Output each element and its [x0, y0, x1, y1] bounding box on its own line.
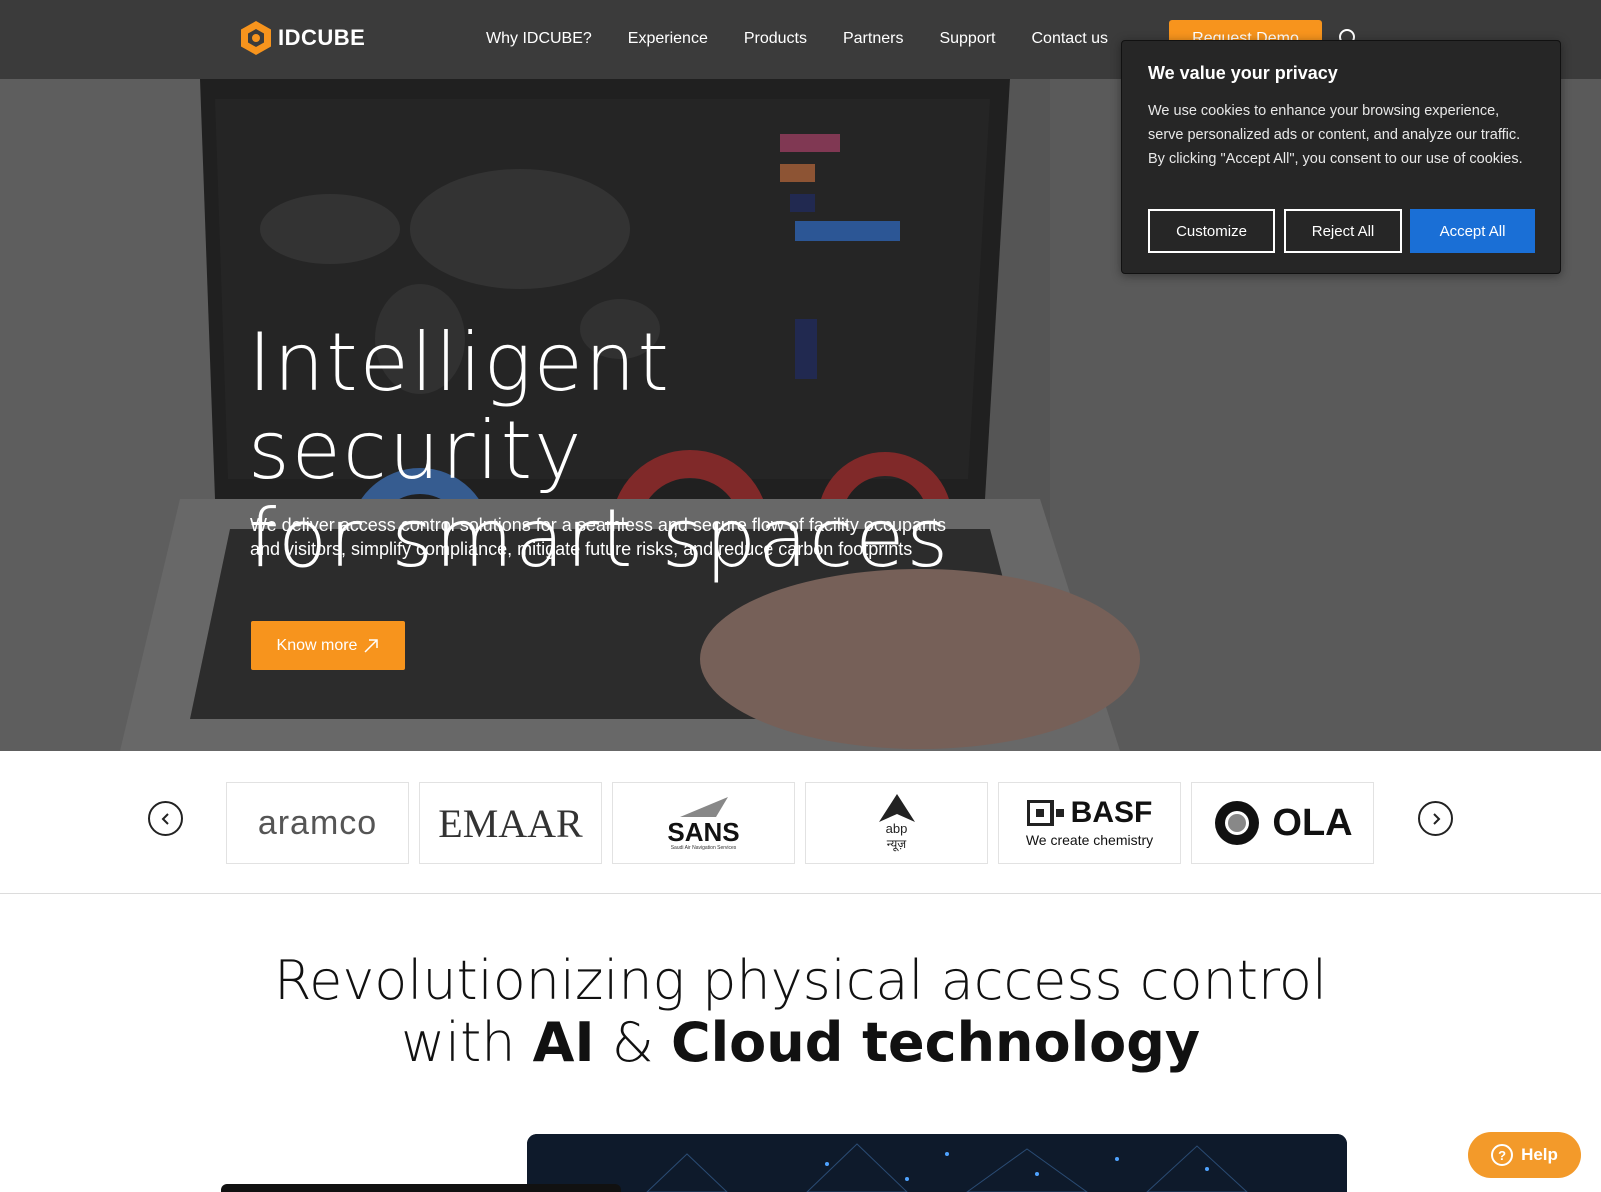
nav-item-support[interactable]: Support	[921, 26, 1013, 52]
tech-visual-image	[527, 1134, 1347, 1192]
brand-name: IDCUBE	[278, 25, 366, 50]
accept-all-button[interactable]: Accept All	[1410, 209, 1535, 253]
carousel-next-button[interactable]	[1418, 801, 1453, 836]
ola-logo-text: OLA	[1272, 801, 1353, 844]
customize-button[interactable]: Customize	[1148, 209, 1275, 253]
abp-triangle-icon	[878, 794, 915, 822]
hero-subtitle: We deliver access control solutions for …	[250, 515, 946, 559]
sans-logo-subtext: Saudi Air Navigation Services	[670, 845, 737, 851]
know-more-label: Know more	[276, 636, 358, 654]
network-graphic	[527, 1134, 1347, 1192]
client-logo-emaar: EMAAR	[419, 782, 602, 864]
section-heading-line2: with AI & Cloud technology	[0, 1012, 1601, 1074]
basf-logo-subtext: We create chemistry	[1025, 832, 1154, 848]
cookie-title: We value your privacy	[1148, 63, 1338, 83]
client-logo-ola: OLA	[1191, 782, 1374, 864]
cube-logo-icon	[241, 21, 271, 55]
section-heading-line1: Revolutionizing physical access control	[274, 949, 1327, 1012]
aramco-logo-text: aramco	[257, 803, 378, 842]
reject-all-button[interactable]: Reject All	[1284, 209, 1402, 253]
nav-item-why-idcube[interactable]: Why IDCUBE?	[468, 26, 610, 52]
heading-ampersand: &	[594, 1011, 672, 1074]
emaar-logo-text: EMAAR	[438, 800, 583, 846]
client-logo-basf: BASF We create chemistry	[998, 782, 1181, 864]
know-more-button[interactable]: Know more	[251, 621, 405, 670]
ola-circle-icon	[1215, 801, 1260, 845]
sans-wing-icon	[679, 797, 728, 817]
basf-squares-icon	[1026, 800, 1064, 826]
abp-logo-subtext: न्यूज़	[886, 837, 907, 851]
carousel-prev-button[interactable]	[148, 801, 183, 836]
abp-logo-text: abp	[885, 821, 908, 836]
nav-item-experience[interactable]: Experience	[610, 26, 726, 52]
heading-cloud-technology: Cloud technology	[671, 1011, 1201, 1074]
basf-mark: BASF	[1026, 796, 1153, 829]
brand-logo[interactable]: IDCUBE	[240, 20, 365, 56]
question-circle-icon: ?	[1491, 1144, 1514, 1166]
nav-item-partners[interactable]: Partners	[825, 26, 921, 52]
help-label: Help	[1521, 1145, 1558, 1164]
cookie-consent-dialog: We value your privacy We use cookies to …	[1121, 40, 1561, 274]
client-logo-sans: SANS Saudi Air Navigation Services	[612, 782, 795, 864]
nav-item-contact-us[interactable]: Contact us	[1014, 26, 1126, 52]
basf-logo-text: BASF	[1070, 796, 1153, 829]
heading-ai: AI	[532, 1011, 595, 1074]
chevron-left-icon	[161, 812, 169, 825]
nav-item-products[interactable]: Products	[726, 26, 825, 52]
hero-title-line1: Intelligent security	[248, 316, 671, 497]
client-logo-aramco: aramco	[226, 782, 409, 864]
client-logo-abp: abp न्यूज़	[805, 782, 988, 864]
help-button[interactable]: ? Help	[1468, 1132, 1581, 1178]
chevron-right-icon	[1432, 812, 1440, 825]
heading-with: with	[400, 1011, 533, 1074]
section-heading: Revolutionizing physical access control …	[0, 950, 1601, 1074]
arrow-up-right-icon	[364, 638, 379, 653]
cookie-text: We use cookies to enhance your browsing …	[1148, 103, 1523, 167]
sans-logo-text: SANS	[667, 817, 740, 847]
client-logos-carousel: aramco EMAAR SANS Saudi Air Navigation S…	[0, 751, 1601, 894]
main-nav: Why IDCUBE? Experience Products Partners…	[468, 26, 1126, 52]
device-frame-top	[221, 1184, 621, 1192]
